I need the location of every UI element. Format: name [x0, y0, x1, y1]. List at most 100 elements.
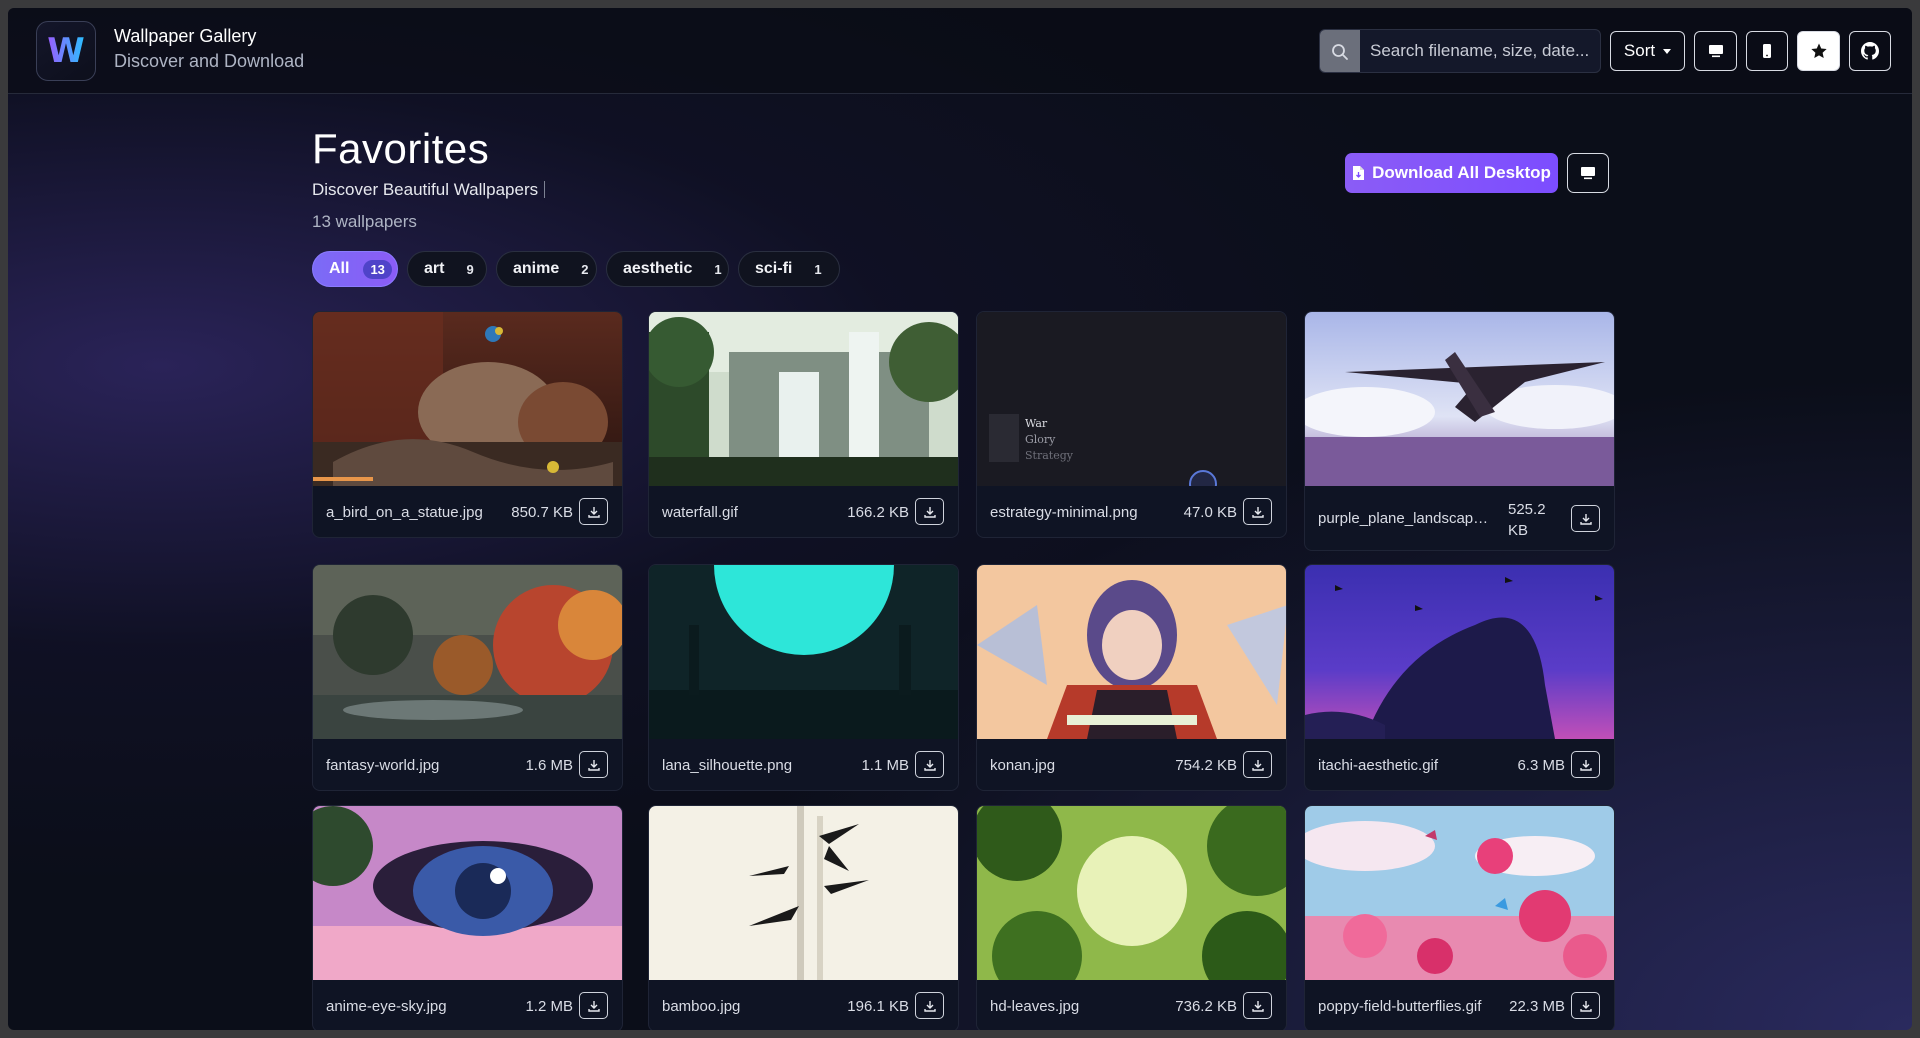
mobile-filter-button[interactable] — [1746, 31, 1788, 71]
wallpaper-card[interactable]: itachi-aesthetic.gif 6.3 MB — [1304, 564, 1615, 791]
download-icon — [587, 759, 600, 771]
download-button[interactable] — [1571, 992, 1600, 1019]
overlay-line: War — [1025, 417, 1048, 430]
filter-chip-sci-fi[interactable]: sci-fi 1 — [738, 251, 840, 287]
wallpaper-filename: waterfall.gif — [662, 504, 738, 521]
wallpaper-size: 47.0 KB — [1183, 504, 1237, 521]
desktop-filter-button[interactable] — [1694, 31, 1737, 71]
wallpaper-size: 166.2 KB — [847, 504, 909, 521]
github-icon — [1861, 42, 1879, 60]
caret-down-icon — [1663, 48, 1672, 54]
wallpaper-card[interactable]: a_bird_on_a_statue.jpg 850.7 KB — [312, 311, 623, 538]
overlay-line: Strategy — [1025, 449, 1073, 462]
download-all-label: Download All Desktop — [1372, 163, 1551, 182]
download-icon — [587, 1000, 600, 1012]
download-button[interactable] — [915, 751, 944, 778]
wallpaper-thumbnail[interactable] — [977, 806, 1286, 980]
download-icon — [1579, 1000, 1592, 1012]
thumbnail-figure — [989, 414, 1019, 462]
wallpaper-thumbnail[interactable] — [313, 312, 622, 486]
star-icon — [1810, 43, 1827, 59]
download-button[interactable] — [1243, 992, 1272, 1019]
favorites-button[interactable] — [1797, 31, 1840, 71]
wallpaper-size: 1.1 MB — [861, 757, 909, 774]
download-icon — [923, 506, 936, 518]
app-subtitle: Discover and Download — [114, 51, 305, 71]
wallpaper-size: 850.7 KB — [511, 504, 573, 521]
filter-count: 1 — [814, 261, 822, 277]
top-header: W Wallpaper Gallery Discover and Downloa… — [8, 8, 1912, 94]
wallpaper-filename: estrategy-minimal.png — [990, 504, 1138, 521]
wallpaper-card[interactable]: purple_plane_landscape.... 525.2 KB — [1304, 311, 1615, 551]
wallpaper-card[interactable]: poppy-field-butterflies.gif 22.3 MB — [1304, 805, 1615, 1030]
download-button[interactable] — [1243, 498, 1272, 525]
wallpaper-card[interactable]: waterfall.gif 166.2 KB — [648, 311, 959, 538]
download-button[interactable] — [1571, 751, 1600, 778]
download-icon — [587, 506, 600, 518]
download-button[interactable] — [1243, 751, 1272, 778]
wallpaper-filename: bamboo.jpg — [662, 998, 741, 1015]
download-button[interactable] — [579, 751, 608, 778]
download-all-button[interactable]: Download All Desktop — [1345, 153, 1558, 193]
app-title: Wallpaper Gallery — [114, 26, 257, 46]
sort-dropdown[interactable]: Sort — [1610, 31, 1685, 71]
thumbnail-overlay-text: War Glory Strategy — [1025, 416, 1073, 464]
wallpaper-size: 1.6 MB — [525, 757, 573, 774]
wallpaper-count: 13 wallpapers — [312, 212, 417, 231]
search-input[interactable] — [1360, 30, 1600, 72]
wallpaper-filename: fantasy-world.jpg — [326, 757, 440, 774]
filter-chip-aesthetic[interactable]: aesthetic 1 — [606, 251, 729, 287]
wallpaper-thumbnail[interactable] — [649, 312, 958, 486]
download-icon — [1251, 759, 1264, 771]
download-icon — [923, 759, 936, 771]
wallpaper-card[interactable]: konan.jpg 754.2 KB — [976, 564, 1287, 791]
logo-letter: W — [47, 31, 85, 71]
download-icon — [1579, 759, 1592, 771]
download-icon — [923, 1000, 936, 1012]
filter-chip-all[interactable]: All 13 — [312, 251, 398, 287]
filter-label: aesthetic — [623, 260, 693, 277]
wallpaper-card[interactable]: anime-eye-sky.jpg 1.2 MB — [312, 805, 623, 1030]
wallpaper-thumbnail[interactable] — [313, 565, 622, 739]
wallpaper-filename: konan.jpg — [990, 757, 1056, 774]
download-button[interactable] — [579, 498, 608, 525]
wallpaper-size: 196.1 KB — [847, 998, 909, 1015]
wallpaper-filename: itachi-aesthetic.gif — [1318, 757, 1439, 774]
monitor-icon — [1581, 167, 1595, 180]
download-button[interactable] — [1571, 505, 1600, 532]
wallpaper-size: 6.3 MB — [1517, 757, 1565, 774]
wallpaper-card[interactable]: fantasy-world.jpg 1.6 MB — [312, 564, 623, 791]
wallpaper-thumbnail[interactable] — [1305, 312, 1614, 486]
filter-label: sci-fi — [755, 260, 793, 277]
github-button[interactable] — [1849, 31, 1891, 71]
filter-count: 9 — [466, 261, 474, 277]
wallpaper-size: 1.2 MB — [525, 998, 573, 1015]
wallpaper-thumbnail[interactable] — [977, 565, 1286, 739]
filter-count: 1 — [714, 261, 722, 277]
wallpaper-thumbnail[interactable] — [1305, 806, 1614, 980]
filter-chip-anime[interactable]: anime 2 — [496, 251, 597, 287]
search-icon — [1332, 44, 1348, 60]
download-button[interactable] — [579, 992, 608, 1019]
wallpaper-card[interactable]: lana_silhouette.png 1.1 MB — [648, 564, 959, 791]
wallpaper-card[interactable]: hd-leaves.jpg 736.2 KB — [976, 805, 1287, 1030]
wallpaper-thumbnail[interactable] — [313, 806, 622, 980]
overlay-line: Glory — [1025, 433, 1056, 446]
filter-chip-art[interactable]: art 9 — [407, 251, 487, 287]
wallpaper-thumbnail[interactable] — [649, 806, 958, 980]
page-subtitle-text: Discover Beautiful Wallpapers — [312, 180, 539, 199]
app-logo[interactable]: W — [36, 21, 96, 81]
download-device-toggle[interactable] — [1567, 153, 1609, 193]
download-button[interactable] — [915, 498, 944, 525]
phone-icon — [1763, 44, 1771, 58]
wallpaper-thumbnail[interactable]: War Glory Strategy — [977, 312, 1286, 486]
download-button[interactable] — [915, 992, 944, 1019]
wallpaper-card[interactable]: War Glory Strategy estrategy-minimal.png… — [976, 311, 1287, 538]
app-window: W Wallpaper Gallery Discover and Downloa… — [8, 8, 1912, 1030]
search-button[interactable] — [1320, 30, 1360, 72]
wallpaper-thumbnail[interactable] — [649, 565, 958, 739]
filter-label: art — [424, 260, 445, 277]
wallpaper-thumbnail[interactable] — [1305, 565, 1614, 739]
filter-label: anime — [513, 260, 560, 277]
wallpaper-card[interactable]: bamboo.jpg 196.1 KB — [648, 805, 959, 1030]
